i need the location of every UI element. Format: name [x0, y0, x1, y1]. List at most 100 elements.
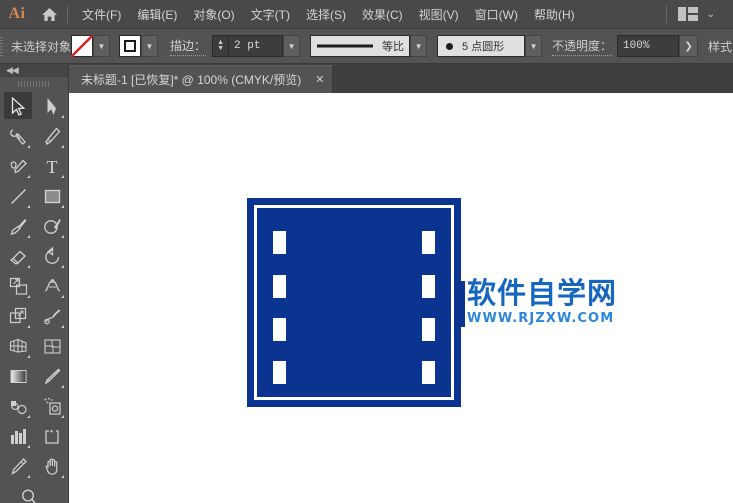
fill-color-swatch[interactable] — [71, 35, 94, 57]
selection-tool[interactable] — [1, 91, 35, 121]
film-perforation-left-1 — [273, 231, 286, 254]
opacity-input[interactable]: 100% — [617, 35, 680, 57]
scale-tool[interactable] — [1, 271, 35, 301]
menu-item-object[interactable]: 对象(O) — [185, 1, 242, 28]
menu-item-edit[interactable]: 编辑(E) — [129, 1, 185, 28]
stroke-color-swatch[interactable] — [119, 35, 142, 57]
paintbrush-icon — [9, 217, 28, 236]
film-perforation-right-2 — [422, 275, 435, 298]
menu-item-window[interactable]: 窗口(W) — [467, 1, 526, 28]
perspective-grid-tool[interactable] — [1, 331, 35, 361]
film-body — [257, 208, 451, 397]
pen-tool[interactable] — [35, 121, 69, 151]
menu-bar: Ai 文件(F) 编辑(E) 对象(O) 文字(T) 选择(S) 效果(C) 视… — [0, 0, 733, 29]
watermark-accent-bar — [460, 281, 465, 327]
graphic-style-label: 样式： — [708, 39, 733, 54]
magic-wand-icon — [9, 127, 28, 146]
film-strip-artwork[interactable] — [247, 198, 461, 407]
brush-preview-icon — [446, 42, 454, 50]
blend-tool[interactable] — [1, 391, 35, 421]
direct-selection-tool[interactable] — [35, 91, 69, 121]
hand-tool[interactable] — [35, 451, 69, 481]
chevron-down-icon[interactable]: ⌄ — [703, 9, 723, 20]
rotate-arrow-icon — [43, 246, 62, 266]
width-profile-dropdown-icon[interactable]: ▼ — [410, 35, 428, 57]
eraser-tool[interactable] — [1, 241, 35, 271]
tools-panel-grip[interactable] — [0, 77, 68, 91]
stroke-weight-dropdown-icon[interactable]: ▼ — [283, 35, 301, 57]
width-profile-label: 等比 — [382, 41, 405, 53]
direct-selection-arrow-icon — [46, 97, 59, 116]
perspective-grid-icon — [9, 337, 28, 356]
width-profile-preview — [317, 44, 374, 48]
stroke-swatch-dropdown-icon[interactable]: ▼ — [141, 35, 159, 57]
curvature-pen-icon — [9, 157, 28, 176]
mesh-tool[interactable] — [35, 331, 69, 361]
watermark-url: WWW.RJZXW.COM — [467, 311, 615, 326]
selection-status-label: 未选择对象 — [11, 39, 72, 54]
zoom-tool-row — [0, 481, 68, 503]
opacity-label: 不透明度： — [552, 37, 613, 56]
close-icon[interactable]: ✕ — [315, 73, 324, 86]
app-logo-icon: Ai — [8, 5, 26, 22]
menu-divider — [67, 5, 68, 23]
shape-builder-icon — [43, 307, 62, 326]
width-profile-selector[interactable]: 等比 — [310, 35, 411, 57]
svg-text:T: T — [47, 157, 58, 176]
free-transform-icon — [9, 307, 28, 326]
film-perforation-left-2 — [273, 275, 286, 298]
rectangle-icon — [43, 187, 62, 206]
free-transform-tool[interactable] — [1, 301, 35, 331]
menu-item-type[interactable]: 文字(T) — [243, 1, 298, 28]
scale-square-icon — [9, 277, 28, 296]
menu-item-select[interactable]: 选择(S) — [298, 1, 354, 28]
menu-item-effect[interactable]: 效果(C) — [354, 1, 411, 28]
zoom-tool[interactable] — [12, 482, 46, 503]
tools-panel-header[interactable]: ◀◀ — [0, 64, 68, 77]
magic-wand-tool[interactable] — [1, 121, 35, 151]
selection-arrow-icon — [11, 96, 26, 116]
type-tool[interactable]: T — [35, 151, 69, 181]
shaper-icon — [43, 217, 62, 236]
brush-definition-dropdown-icon[interactable]: ▼ — [525, 35, 543, 57]
rotate-tool[interactable] — [35, 241, 69, 271]
opacity-options-icon[interactable]: ❯ — [679, 35, 699, 57]
menu-item-file[interactable]: 文件(F) — [74, 1, 129, 28]
curvature-tool[interactable] — [1, 151, 35, 181]
watermark-title: 软件自学网 — [467, 276, 618, 310]
stroke-weight-input[interactable]: 2 pt — [228, 35, 284, 57]
stroke-weight-stepper[interactable]: ▲ ▼ — [212, 35, 229, 57]
shape-builder-tool[interactable] — [35, 301, 69, 331]
column-graph-tool[interactable] — [1, 421, 35, 451]
rectangle-tool[interactable] — [35, 181, 69, 211]
double-chevron-left-icon[interactable]: ◀◀ — [6, 66, 19, 75]
illustrator-window: Ai 文件(F) 编辑(E) 对象(O) 文字(T) 选择(S) 效果(C) 视… — [0, 0, 733, 503]
menu-item-view[interactable]: 视图(V) — [411, 1, 467, 28]
home-icon[interactable] — [34, 0, 64, 29]
artboard-tool[interactable] — [35, 421, 69, 451]
film-perforation-left-3 — [273, 318, 286, 341]
document-tab[interactable]: 未标题-1 [已恢复]* @ 100% (CMYK/预览) ✕ — [69, 65, 334, 93]
fill-swatch-dropdown-icon[interactable]: ▼ — [93, 35, 111, 57]
eyedropper-tool[interactable] — [35, 361, 69, 391]
slice-knife-icon — [9, 457, 28, 476]
arrange-documents-icon[interactable] — [673, 7, 703, 21]
canvas-area[interactable]: 软件自学网 WWW.RJZXW.COM — [69, 93, 733, 503]
magnifier-icon — [20, 488, 39, 503]
menu-bar-right: ⌄ — [663, 5, 733, 23]
watermark: 软件自学网 WWW.RJZXW.COM — [460, 276, 622, 327]
blend-icon — [9, 397, 28, 416]
width-tool[interactable] — [35, 271, 69, 301]
line-segment-tool[interactable] — [1, 181, 35, 211]
symbol-sprayer-tool[interactable] — [35, 391, 69, 421]
line-icon — [9, 187, 28, 206]
shaper-tool[interactable] — [35, 211, 69, 241]
brush-definition-selector[interactable]: 5 点圆形 — [437, 35, 526, 57]
film-perforation-left-4 — [273, 361, 286, 384]
paintbrush-tool[interactable] — [1, 211, 35, 241]
gradient-tool[interactable] — [1, 361, 35, 391]
type-t-icon: T — [43, 157, 61, 176]
pen-nib-icon — [43, 127, 61, 146]
slice-tool[interactable] — [1, 451, 35, 481]
menu-item-help[interactable]: 帮助(H) — [526, 1, 583, 28]
